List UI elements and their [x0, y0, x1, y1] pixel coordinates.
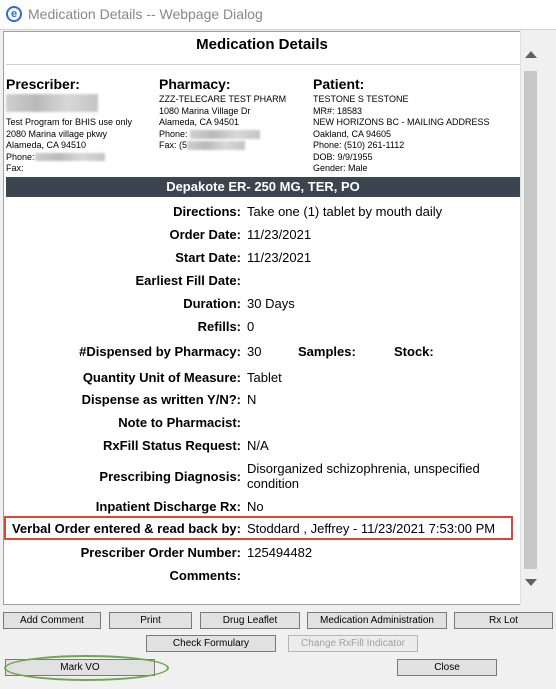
- add-comment-button[interactable]: Add Comment: [3, 612, 101, 629]
- stock-label: Stock:: [394, 344, 434, 359]
- samples-label: Samples:: [298, 344, 356, 359]
- pharmacy-heading: Pharmacy:: [159, 76, 231, 92]
- page-title: Medication Details: [196, 36, 328, 53]
- divider: [6, 64, 520, 65]
- close-button[interactable]: Close: [397, 659, 497, 676]
- drug-leaflet-button[interactable]: Drug Leaflet: [200, 612, 300, 629]
- scroll-down-icon[interactable]: [525, 579, 537, 586]
- rx-lot-button[interactable]: Rx Lot: [454, 612, 553, 629]
- medication-details-panel: Medication Details Prescriber: Test Prog…: [3, 31, 539, 605]
- dialog-titlebar: e Medication Details -- Webpage Dialog: [0, 0, 556, 30]
- prescriber-name-redacted: [6, 94, 98, 112]
- vertical-scrollbar[interactable]: [520, 31, 539, 605]
- medication-administration-button[interactable]: Medication Administration: [307, 612, 447, 629]
- print-button[interactable]: Print: [109, 612, 192, 629]
- ie-icon: e: [6, 6, 22, 22]
- scroll-thumb[interactable]: [524, 71, 537, 569]
- pharmacy-address: ZZZ-TELECARE TEST PHARM 1080 Marina Vill…: [159, 94, 287, 151]
- check-formulary-button[interactable]: Check Formulary: [146, 635, 276, 652]
- change-rxfill-indicator-button: Change RxFill Indicator: [288, 635, 418, 652]
- scroll-up-icon[interactable]: [525, 51, 537, 58]
- window-title: Medication Details -- Webpage Dialog: [28, 6, 263, 22]
- patient-info: TESTONE S TESTONE MR#: 18583 NEW HORIZON…: [313, 94, 490, 173]
- prescriber-address: Test Program for BHIS use only 2080 Mari…: [6, 117, 133, 173]
- drug-name-bar: Depakote ER- 250 MG, TER, PO: [6, 177, 520, 197]
- annotation-ellipse: [4, 655, 169, 681]
- prescriber-heading: Prescriber:: [6, 76, 80, 92]
- patient-heading: Patient:: [313, 76, 365, 92]
